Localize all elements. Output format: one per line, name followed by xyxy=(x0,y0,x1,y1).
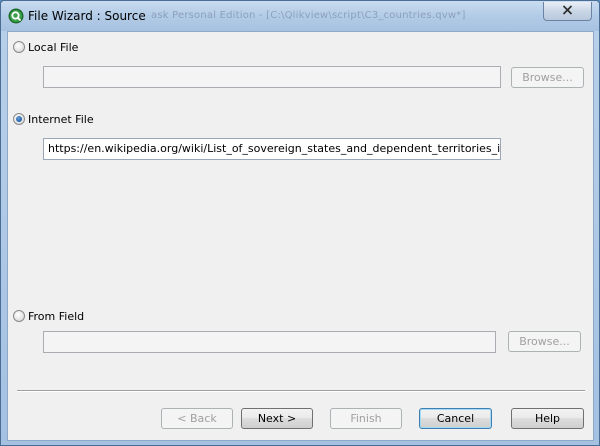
qlikview-app-icon xyxy=(8,8,24,24)
internet-file-option[interactable]: Internet File xyxy=(13,111,94,127)
close-icon xyxy=(562,4,573,18)
cancel-button[interactable]: Cancel xyxy=(419,408,492,429)
title-bar[interactable]: ask Personal Edition - [C:\Qlikview\scri… xyxy=(1,1,599,31)
window-title: File Wizard : Source xyxy=(28,9,146,23)
background-window-title: ask Personal Edition - [C:\Qlikview\scri… xyxy=(151,10,466,21)
back-button[interactable]: < Back xyxy=(161,408,233,429)
internet-file-url-input[interactable]: https://en.wikipedia.org/wiki/List_of_so… xyxy=(43,138,501,160)
local-file-option[interactable]: Local File xyxy=(13,39,78,55)
finish-button[interactable]: Finish xyxy=(330,408,402,429)
footer-separator xyxy=(17,390,585,392)
file-wizard-window: ask Personal Edition - [C:\Qlikview\scri… xyxy=(0,0,600,446)
local-file-label: Local File xyxy=(28,40,79,54)
from-field-browse-button[interactable]: Browse... xyxy=(508,331,581,352)
internet-file-label: Internet File xyxy=(28,112,94,126)
from-field-label: From Field xyxy=(28,309,85,323)
wizard-client-area: Local File Browse... Internet File https… xyxy=(7,31,594,441)
next-button[interactable]: Next > xyxy=(241,408,313,429)
from-field-option[interactable]: From Field xyxy=(13,308,84,324)
local-file-radio[interactable] xyxy=(13,41,25,53)
local-file-browse-button[interactable]: Browse... xyxy=(511,67,584,88)
local-file-path-input[interactable] xyxy=(43,66,501,88)
internet-file-radio[interactable] xyxy=(13,113,25,125)
from-field-input[interactable] xyxy=(43,331,496,353)
help-button[interactable]: Help xyxy=(511,408,584,429)
close-button[interactable] xyxy=(543,2,592,21)
from-field-radio[interactable] xyxy=(13,310,25,322)
